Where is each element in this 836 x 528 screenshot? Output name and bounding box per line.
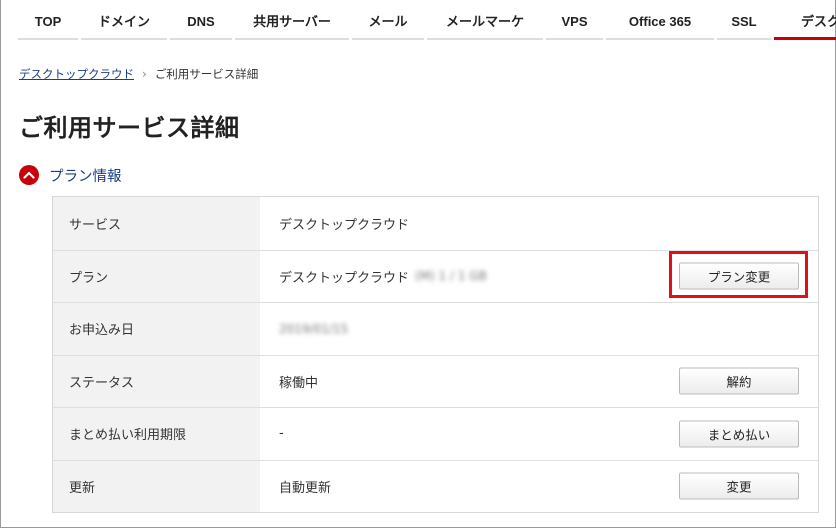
table-row-status: ステータス 稼働中 解約 xyxy=(53,354,818,408)
table-row-renewal: 更新 自動更新 変更 xyxy=(53,459,818,513)
breadcrumb: デスクトップクラウド › ご利用サービス詳細 xyxy=(19,66,258,82)
table-row-bulk-payment: まとめ払い利用期限 - まとめ払い xyxy=(53,407,818,460)
row-label: プラン xyxy=(53,250,260,302)
table-row-plan: プラン デスクトップクラウド (M) 1 / 1 GB プラン変更 xyxy=(53,249,818,303)
chevron-up-icon xyxy=(19,165,39,185)
window-frame: TOP ドメイン DNS 共用サーバー メール メールマーケ VPS Offic… xyxy=(0,0,836,528)
redacted-plan-detail: (M) 1 / 1 GB xyxy=(415,269,487,284)
row-label: お申込み日 xyxy=(53,303,260,355)
redacted-date: 2019/01/15 xyxy=(279,321,349,336)
breadcrumb-separator: › xyxy=(142,67,147,81)
plan-info-toggle[interactable]: プラン情報 xyxy=(19,164,122,186)
nav-shared-server[interactable]: 共用サーバー xyxy=(235,0,349,40)
nav-mail[interactable]: メール xyxy=(352,0,424,40)
nav-office365[interactable]: Office 365 xyxy=(606,0,714,40)
row-value: 稼働中 解約 xyxy=(260,356,818,408)
nav-ssl[interactable]: SSL xyxy=(717,0,771,40)
row-label: まとめ払い利用期限 xyxy=(53,408,260,460)
breadcrumb-link-desktop-cloud[interactable]: デスクトップクラウド xyxy=(19,67,134,81)
row-label: ステータス xyxy=(53,355,260,407)
breadcrumb-current: ご利用サービス詳細 xyxy=(154,67,259,81)
nav-domain[interactable]: ドメイン xyxy=(81,0,167,40)
row-value: デスクトップクラウド (M) 1 / 1 GB プラン変更 xyxy=(260,251,818,303)
row-value: 自動更新 変更 xyxy=(260,461,818,513)
section-label: プラン情報 xyxy=(49,168,122,185)
change-plan-button[interactable]: プラン変更 xyxy=(679,262,799,290)
plan-details-table: サービス デスクトップクラウド プラン デスクトップクラウド (M) 1 / 1 … xyxy=(52,196,819,513)
row-value: 2019/01/15 xyxy=(260,303,818,355)
row-label: サービス xyxy=(53,197,260,250)
nav-dns[interactable]: DNS xyxy=(170,0,232,40)
page-title: ご利用サービス詳細 xyxy=(19,114,240,142)
row-value: デスクトップクラウド xyxy=(279,217,410,233)
cancel-contract-button[interactable]: 解約 xyxy=(679,367,799,395)
row-label: 更新 xyxy=(53,460,260,512)
table-row-application-date: お申込み日 2019/01/15 xyxy=(53,302,818,355)
nav-mail-marketing[interactable]: メールマーケ xyxy=(427,0,543,40)
change-renewal-button[interactable]: 変更 xyxy=(679,472,799,500)
bulk-payment-button[interactable]: まとめ払い xyxy=(679,420,799,448)
table-row-service: サービス デスクトップクラウド xyxy=(53,197,818,250)
top-navigation: TOP ドメイン DNS 共用サーバー メール メールマーケ VPS Offic… xyxy=(18,0,836,42)
nav-top[interactable]: TOP xyxy=(18,0,78,40)
nav-desktop[interactable]: デスク xyxy=(774,0,836,40)
nav-vps[interactable]: VPS xyxy=(546,0,603,40)
row-value: - まとめ払い xyxy=(260,408,818,460)
